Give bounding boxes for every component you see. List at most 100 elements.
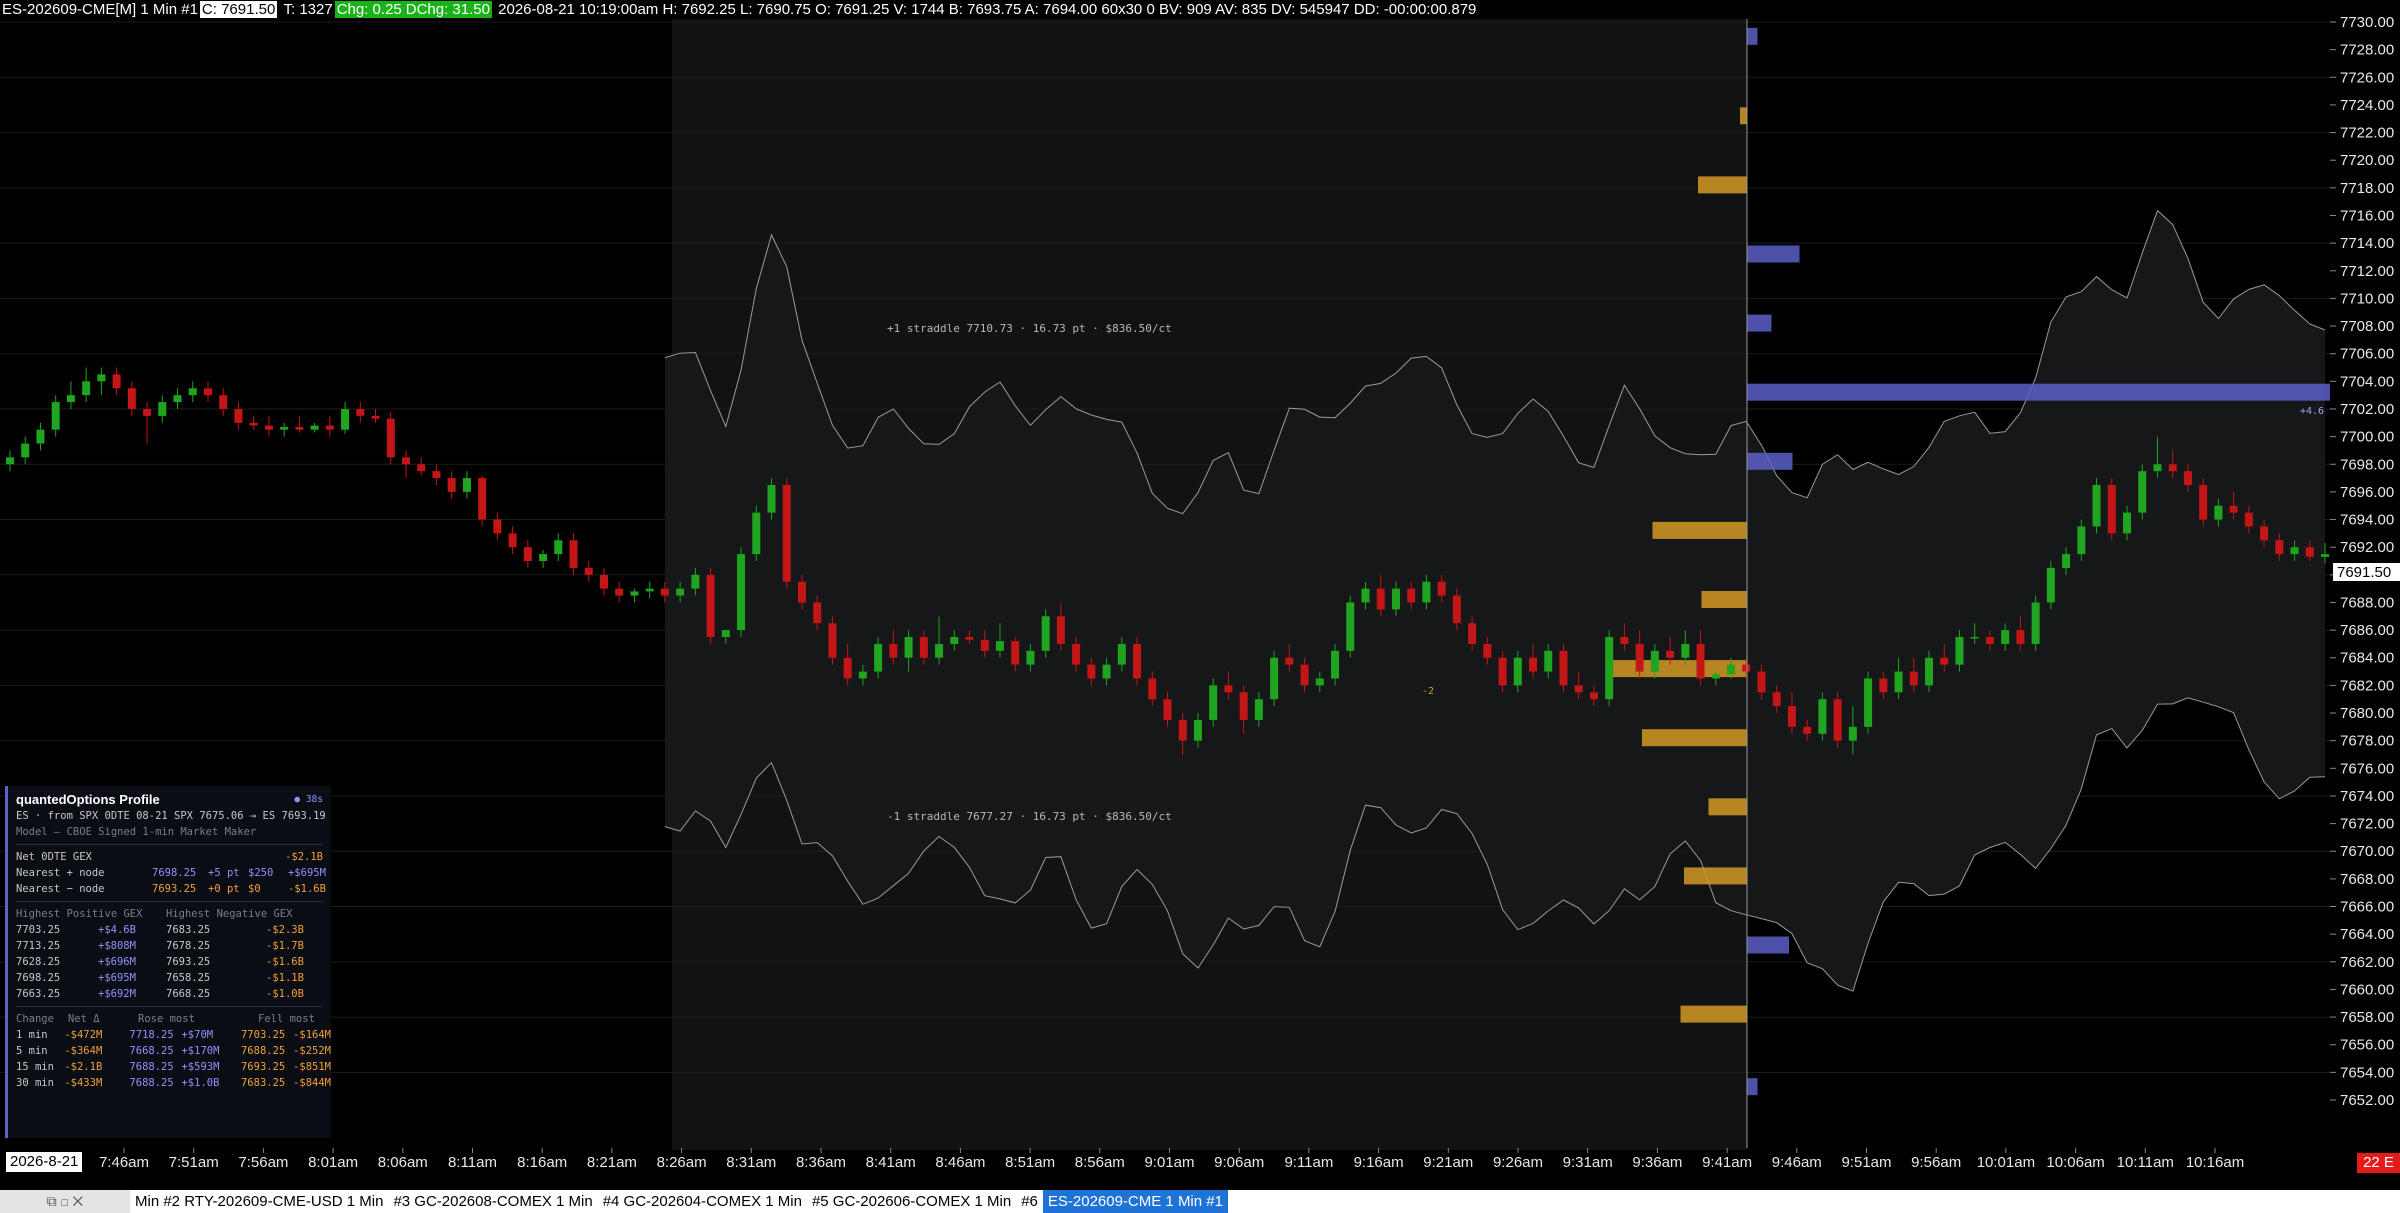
candle-body — [1589, 692, 1598, 700]
time-tick-label: 8:11am — [448, 1154, 497, 1171]
candle — [752, 505, 761, 561]
price-tick-label: 7682.00 — [2340, 677, 2394, 694]
price-tick-label: 7708.00 — [2340, 318, 2394, 335]
candle-body — [127, 388, 136, 409]
time-tick-label: 9:26am — [1493, 1154, 1543, 1171]
candle-body — [6, 457, 14, 465]
chart-tab[interactable]: #5 GC-202606-COMEX 1 Min — [807, 1190, 1016, 1213]
time-tick-label: 8:26am — [657, 1154, 707, 1171]
candle-body — [2046, 567, 2055, 603]
candle-body — [2107, 484, 2116, 534]
candle-body — [1346, 602, 1355, 651]
candle-body — [2168, 464, 2177, 472]
time-tick-label: 8:31am — [726, 1154, 776, 1171]
candle-body — [295, 426, 304, 430]
candle-body — [1376, 588, 1385, 610]
price-tick-label: 7694.00 — [2340, 512, 2394, 529]
candle-body — [1163, 699, 1172, 720]
chart-tab[interactable]: #6 — [1016, 1190, 1043, 1213]
price-axis[interactable]: 7730.007728.007726.007724.007722.007720.… — [2330, 14, 2400, 1150]
chart-tab[interactable]: Min #2 RTY-202609-CME-USD 1 Min — [130, 1190, 388, 1213]
candle-body — [1864, 678, 1873, 727]
candle-body — [1407, 588, 1416, 603]
time-tick-label: 9:16am — [1354, 1154, 1404, 1171]
candle-body — [2244, 512, 2253, 527]
candle-body — [1224, 685, 1233, 693]
candle-body — [1544, 650, 1553, 672]
candle-body — [1772, 692, 1781, 707]
price-tick-label: 7724.00 — [2340, 97, 2394, 114]
positive-gex-bar — [1747, 452, 1793, 470]
gex-profile-panel[interactable]: quantedOptions Profile ● 38s ES · from S… — [5, 786, 331, 1138]
chart-tab[interactable]: #4 GC-202604-COMEX 1 Min — [598, 1190, 807, 1213]
candle-body — [813, 602, 822, 624]
time-tick-label: 10:11am — [2117, 1154, 2174, 1171]
price-tick-label: 7654.00 — [2340, 1064, 2394, 1081]
window-controls[interactable]: ⧉ ◻ ✕ — [0, 1190, 130, 1213]
time-tick-label: 7:46am — [99, 1154, 149, 1171]
time-tick-label: 8:21am — [587, 1154, 637, 1171]
time-tick-label: 8:06am — [378, 1154, 428, 1171]
candle-body — [523, 547, 532, 561]
chart-tab-bar[interactable]: ⧉ ◻ ✕ Min #2 RTY-202609-CME-USD 1 Min #3 G… — [0, 1190, 2400, 1213]
candle-body — [706, 574, 715, 638]
time-tick-label: 9:41am — [1702, 1154, 1752, 1171]
candle — [2199, 478, 2208, 527]
price-tick-label: 7698.00 — [2340, 456, 2394, 473]
candle-body — [1574, 685, 1583, 693]
price-tick-label: 7696.00 — [2340, 484, 2394, 501]
candle-body — [1117, 643, 1126, 665]
candle-body — [889, 643, 898, 658]
candle-body — [1422, 581, 1431, 603]
price-tick-label: 7718.00 — [2340, 180, 2394, 197]
candle-body — [1468, 623, 1477, 644]
negative-gex-bar — [1607, 660, 1747, 678]
positive-gex-bar — [1747, 27, 1758, 45]
candle-body — [1696, 643, 1705, 679]
price-tick-label: 7714.00 — [2340, 235, 2394, 252]
time-tick-label: 10:01am — [1977, 1154, 2035, 1171]
candle-body — [508, 533, 517, 548]
candle-body — [1437, 581, 1446, 596]
candle-body — [386, 418, 395, 458]
upper-straddle-label: +1 straddle 7710.73 · 16.73 pt · $836.50… — [887, 322, 1172, 335]
candle-body — [21, 443, 30, 458]
time-axis[interactable]: 7:46am 7:51am 7:56am 8:01am 8:06am 8:11am 8:16… — [0, 1148, 2400, 1190]
price-tick-label: 7726.00 — [2340, 69, 2394, 86]
price-tick-label: 7656.00 — [2340, 1037, 2394, 1054]
candle-body — [371, 415, 380, 419]
chart-tab[interactable]: ES-202609-CME 1 Min #1 — [1042, 1190, 1228, 1213]
candle-body — [1026, 650, 1035, 665]
candle-body — [2214, 505, 2223, 520]
nearest-negative-row: Nearest − node 7693.25 +0 pt $0 -$1.6B — [16, 883, 326, 895]
candle — [2107, 478, 2116, 541]
candle-body — [569, 540, 578, 568]
candle-body — [158, 402, 167, 416]
time-tick-label: 8:16am — [517, 1154, 567, 1171]
gex-change-row: 1 min -$472M 7718.25 +$70M 7703.25 -$164M — [16, 1029, 331, 1041]
candle-body — [264, 425, 273, 430]
candle-body — [1757, 671, 1766, 693]
candle-body — [1909, 671, 1918, 686]
price-tick-label: 7664.00 — [2340, 926, 2394, 943]
price-tick-label: 7688.00 — [2340, 594, 2394, 611]
candle-body — [219, 395, 228, 409]
positive-gex-bar — [1747, 383, 2330, 401]
chart-tab[interactable]: #3 GC-202608-COMEX 1 Min — [388, 1190, 597, 1213]
candle-body — [2077, 526, 2086, 555]
time-tick-label: 9:46am — [1772, 1154, 1822, 1171]
candle-body — [462, 478, 471, 492]
price-chart[interactable]: +1 straddle 7710.73 · 16.73 pt · $836.50… — [0, 0, 2400, 1190]
candle-body — [1239, 692, 1248, 720]
candle-body — [584, 567, 593, 575]
candle-body — [660, 588, 669, 596]
price-tick-label: 7686.00 — [2340, 622, 2394, 639]
candle-body — [2183, 471, 2192, 485]
candle-body — [493, 519, 502, 534]
candle-body — [2092, 484, 2101, 527]
time-tick-label: 9:21am — [1423, 1154, 1473, 1171]
candle — [2031, 595, 2040, 651]
candle-body — [1254, 699, 1263, 720]
panel-source: ES · from SPX 0DTE 08-21 SPX 7675.06 → E… — [16, 810, 326, 822]
bars-count-badge[interactable]: 22 E — [2357, 1153, 2400, 1173]
